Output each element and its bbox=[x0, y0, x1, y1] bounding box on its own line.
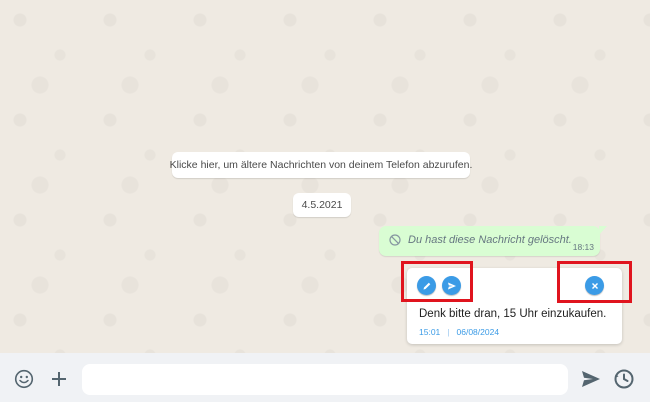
scheduled-time: 15:01 bbox=[419, 327, 441, 337]
bubble-tail bbox=[599, 226, 607, 235]
scheduled-date: 06/08/2024 bbox=[456, 327, 500, 337]
send-arrow-icon bbox=[582, 371, 600, 387]
send-button[interactable] bbox=[580, 369, 602, 389]
schedule-button[interactable] bbox=[612, 368, 636, 390]
meta-separator: | bbox=[447, 327, 450, 337]
load-older-messages-text: Klicke hier, um ältere Nachrichten von d… bbox=[169, 159, 473, 171]
scheduled-message-card: Denk bitte dran, 15 Uhr einzukaufen. 15:… bbox=[407, 268, 622, 344]
scheduled-message-meta: 15:01 | 06/08/2024 bbox=[419, 327, 499, 337]
date-divider: 4.5.2021 bbox=[293, 193, 351, 217]
ban-icon bbox=[389, 234, 401, 246]
plus-icon bbox=[52, 372, 66, 386]
deleted-message-bubble[interactable]: Du hast diese Nachricht gelöscht. 18:13 bbox=[379, 226, 607, 256]
message-composer bbox=[0, 353, 650, 402]
emoji-icon bbox=[14, 369, 34, 389]
clock-icon bbox=[614, 369, 634, 389]
chat-background: Klicke hier, um ältere Nachrichten von d… bbox=[0, 0, 650, 353]
message-input[interactable] bbox=[82, 364, 568, 395]
scheduled-message-text: Denk bitte dran, 15 Uhr einzukaufen. bbox=[419, 308, 607, 320]
chat-window: Klicke hier, um ältere Nachrichten von d… bbox=[0, 0, 650, 402]
send-now-button[interactable] bbox=[442, 276, 461, 295]
attach-button[interactable] bbox=[48, 368, 70, 390]
edit-button[interactable] bbox=[417, 276, 436, 295]
close-icon bbox=[591, 282, 598, 289]
load-older-messages-notice[interactable]: Klicke hier, um ältere Nachrichten von d… bbox=[169, 152, 473, 178]
date-divider-text: 4.5.2021 bbox=[301, 199, 343, 211]
deleted-message-text: Du hast diese Nachricht gelöscht. bbox=[408, 234, 572, 246]
deleted-message-time: 18:13 bbox=[572, 242, 594, 252]
send-icon bbox=[447, 282, 456, 289]
cancel-button[interactable] bbox=[585, 276, 604, 295]
emoji-button[interactable] bbox=[13, 368, 35, 390]
pencil-icon bbox=[423, 282, 430, 289]
